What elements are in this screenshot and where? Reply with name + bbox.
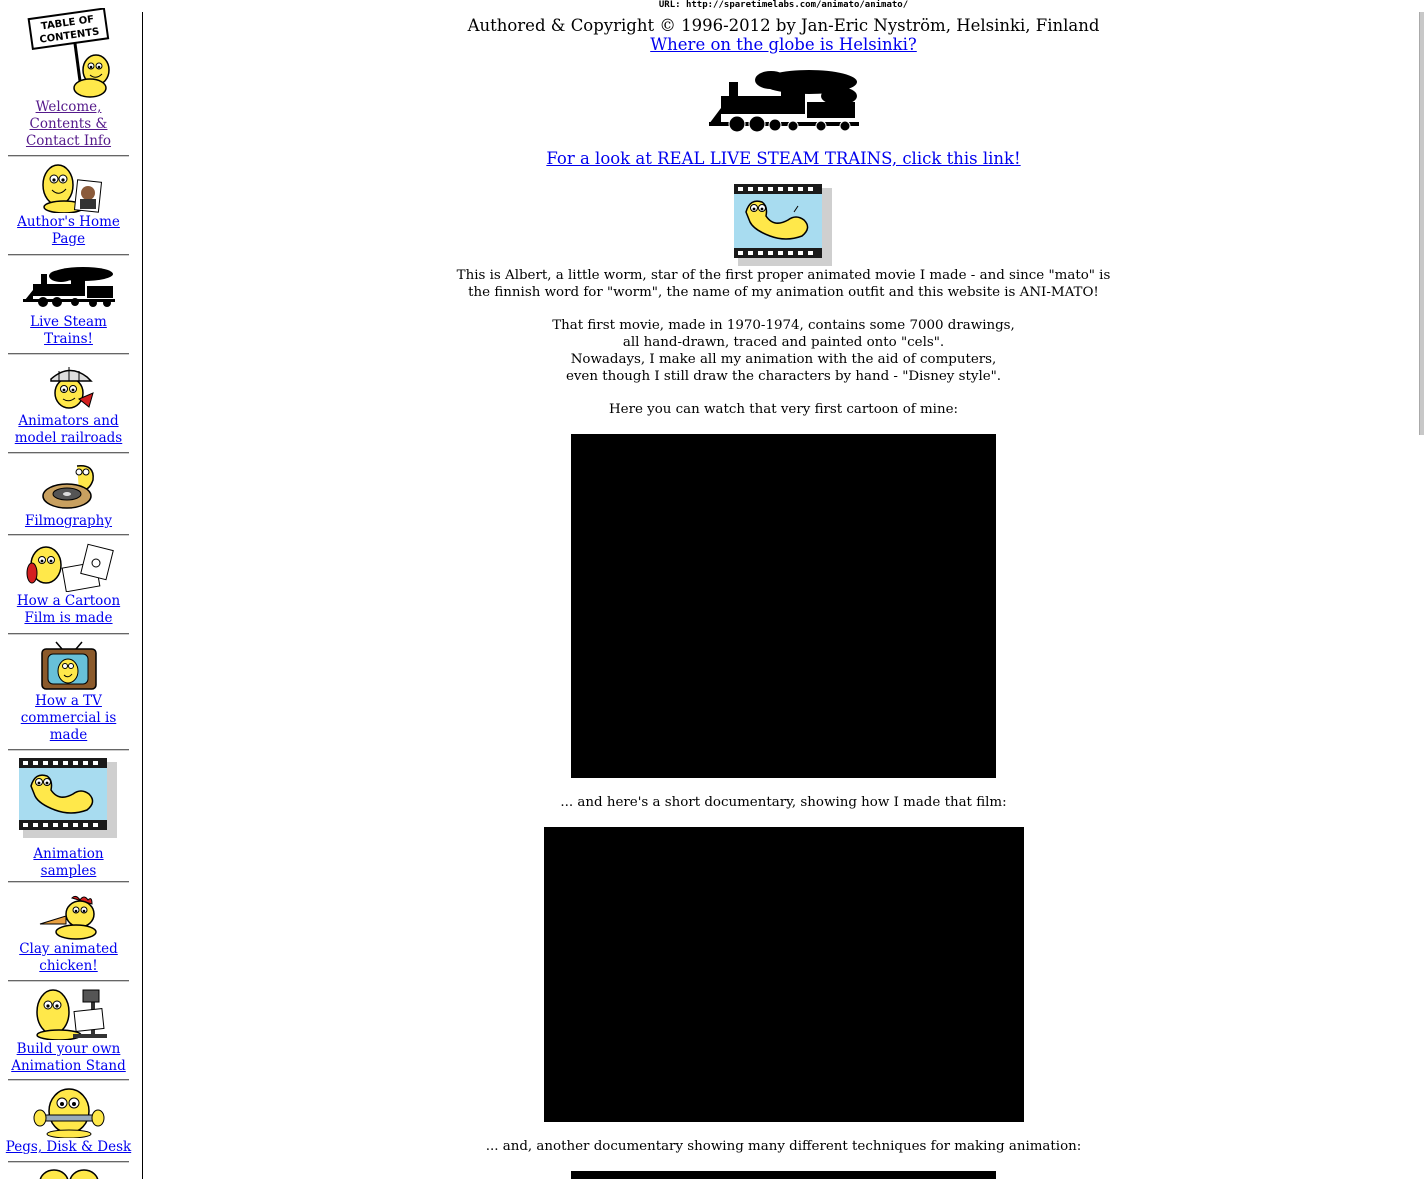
sidebar-navigation: TABLE OF CONTENTS Welcome, Contents & Co…: [0, 0, 137, 1179]
steam-link-row: For a look at REAL LIVE STEAM TRAINS, cl…: [143, 149, 1424, 168]
techniques-video-player[interactable]: [571, 1171, 996, 1179]
steam-locomotive-icon[interactable]: [22, 266, 115, 308]
nav-divider: [8, 633, 129, 635]
nav-item-welcome: TABLE OF CONTENTS Welcome, Contents & Co…: [0, 8, 137, 150]
nav-label-line: Pegs, Disk & Desk: [5, 1139, 132, 1155]
nav-link-animators-railroads[interactable]: Animators and model railroads: [0, 413, 137, 447]
nav-divider: [8, 749, 129, 751]
intro-line: This is Albert, a little worm, star of t…: [456, 268, 1111, 283]
nav-label-line: Welcome,: [35, 99, 102, 115]
worm-holding-peg-bar-icon[interactable]: [32, 1087, 106, 1138]
first-cartoon-video-player[interactable]: [571, 434, 996, 778]
nav-link-pegs-disk-desk[interactable]: Pegs, Disk & Desk: [0, 1139, 137, 1156]
live-steam-trains-link[interactable]: For a look at REAL LIVE STEAM TRAINS, cl…: [546, 149, 1020, 168]
nav-label-line: How a TV: [35, 693, 102, 709]
first-movie-line: That first movie, made in 1970-1974, con…: [552, 318, 1015, 333]
tv-set-icon[interactable]: [40, 641, 98, 692]
nav-item-partial: [0, 1168, 137, 1179]
page-url-text: URL: http://sparetimelabs.com/animato/an…: [658, 0, 909, 10]
documentary-video-player[interactable]: [544, 827, 1024, 1122]
nav-link-author-home[interactable]: Author's Home Page: [0, 214, 137, 248]
nav-divider: [8, 534, 129, 536]
nav-link-cartoon-film[interactable]: How a Cartoon Film is made: [0, 593, 137, 627]
vertical-scrollbar[interactable]: [1419, 12, 1424, 435]
nav-link-welcome[interactable]: Welcome, Contents & Contact Info: [0, 99, 137, 150]
nav-label-line: Trains!: [44, 331, 93, 347]
nav-divider: [8, 155, 129, 157]
nav-divider: [8, 881, 129, 883]
nav-label-line: made: [49, 727, 88, 743]
nav-item-author-home: Author's Home Page: [0, 163, 137, 248]
nav-link-filmography[interactable]: Filmography: [0, 513, 137, 530]
intro-paragraph: This is Albert, a little worm, star of t…: [143, 267, 1424, 301]
nav-label-line: Page: [51, 231, 86, 247]
nav-item-filmography: Filmography: [0, 460, 137, 530]
nav-divider: [8, 452, 129, 454]
nav-label-line: Animation Stand: [11, 1058, 126, 1074]
intro-line: the finnish word for "worm", the name of…: [468, 285, 1099, 300]
steam-train-silhouette-icon: [709, 70, 859, 132]
nav-label-line: chicken!: [39, 958, 98, 974]
nav-label-line: Filmography: [24, 513, 113, 529]
nav-item-live-steam: Live Steam Trains!: [0, 266, 137, 348]
first-movie-paragraph: That first movie, made in 1970-1974, con…: [143, 317, 1424, 385]
nav-divider: [8, 254, 129, 256]
nav-divider: [8, 353, 129, 355]
nav-link-clay-chicken[interactable]: Clay animated chicken!: [0, 941, 137, 975]
first-movie-line: all hand-drawn, traced and painted onto …: [622, 335, 945, 350]
worm-with-author-photo-icon[interactable]: [34, 163, 104, 213]
table-of-contents-worm-icon[interactable]: TABLE OF CONTENTS: [24, 8, 114, 98]
drawing-worm-icon[interactable]: [24, 543, 114, 592]
copyright-line: Authored & Copyright © 1996-2012 by Jan-…: [467, 16, 1100, 35]
nav-label-line: Film is made: [24, 610, 113, 626]
watch-cartoon-text: Here you can watch that very first carto…: [608, 402, 959, 417]
first-movie-line: Nowadays, I make all my animation with t…: [570, 352, 997, 367]
nav-divider: [8, 1161, 129, 1163]
film-reel-worm-icon[interactable]: [39, 460, 99, 512]
nav-label-line: Clay animated: [19, 941, 118, 957]
nav-divider: [8, 980, 129, 982]
nav-label-line: model railroads: [14, 430, 123, 446]
nav-label-line: Animators and: [18, 413, 119, 429]
clay-chicken-icon[interactable]: [36, 894, 102, 940]
animation-stand-worm-icon[interactable]: [29, 988, 109, 1040]
nav-item-pegs-disk-desk: Pegs, Disk & Desk: [0, 1087, 137, 1156]
nav-item-animators-railroads: Animators and model railroads: [0, 363, 137, 447]
helsinki-location-link[interactable]: Where on the globe is Helsinki?: [650, 35, 917, 54]
film-frame-worm-icon[interactable]: [19, 758, 119, 840]
nav-link-tv-commercial[interactable]: How a TV commercial is made: [0, 693, 137, 744]
techniques-text: ... and, another documentary showing man…: [485, 1139, 1082, 1154]
nav-link-animation-stand[interactable]: Build your own Animation Stand: [0, 1041, 137, 1075]
albert-worm-film-frame-icon: [734, 184, 832, 266]
main-content: URL: http://sparetimelabs.com/animato/an…: [143, 0, 1424, 1179]
nav-item-animation-samples: Animation samples: [0, 758, 137, 880]
nav-divider: [8, 1079, 129, 1081]
nav-label-line: How a Cartoon: [16, 593, 121, 609]
nav-item-tv-commercial: How a TV commercial is made: [0, 641, 137, 744]
nav-label-line: Animation: [33, 846, 104, 862]
worm-icon[interactable]: [34, 1168, 104, 1179]
nav-link-animation-samples[interactable]: Animation samples: [0, 846, 137, 880]
nav-item-cartoon-film: How a Cartoon Film is made: [0, 543, 137, 627]
nav-label-line: Author's Home: [17, 214, 120, 230]
helsinki-link-row: Where on the globe is Helsinki?: [143, 35, 1424, 54]
first-movie-line: even though I still draw the characters …: [565, 369, 1002, 384]
nav-item-animation-stand: Build your own Animation Stand: [0, 988, 137, 1075]
nav-label-line: commercial is: [20, 710, 117, 726]
nav-label-line: Contact Info: [25, 133, 112, 149]
nav-label-line: samples: [40, 863, 97, 879]
engineer-worm-icon[interactable]: [41, 363, 97, 412]
nav-label-line: Contents &: [29, 116, 108, 132]
nav-label-line: Build your own: [16, 1041, 121, 1057]
nav-item-clay-chicken: Clay animated chicken!: [0, 894, 137, 975]
nav-link-live-steam[interactable]: Live Steam Trains!: [0, 314, 137, 348]
nav-label-line: Live Steam: [30, 314, 107, 330]
documentary-text: ... and here's a short documentary, show…: [560, 795, 1007, 810]
